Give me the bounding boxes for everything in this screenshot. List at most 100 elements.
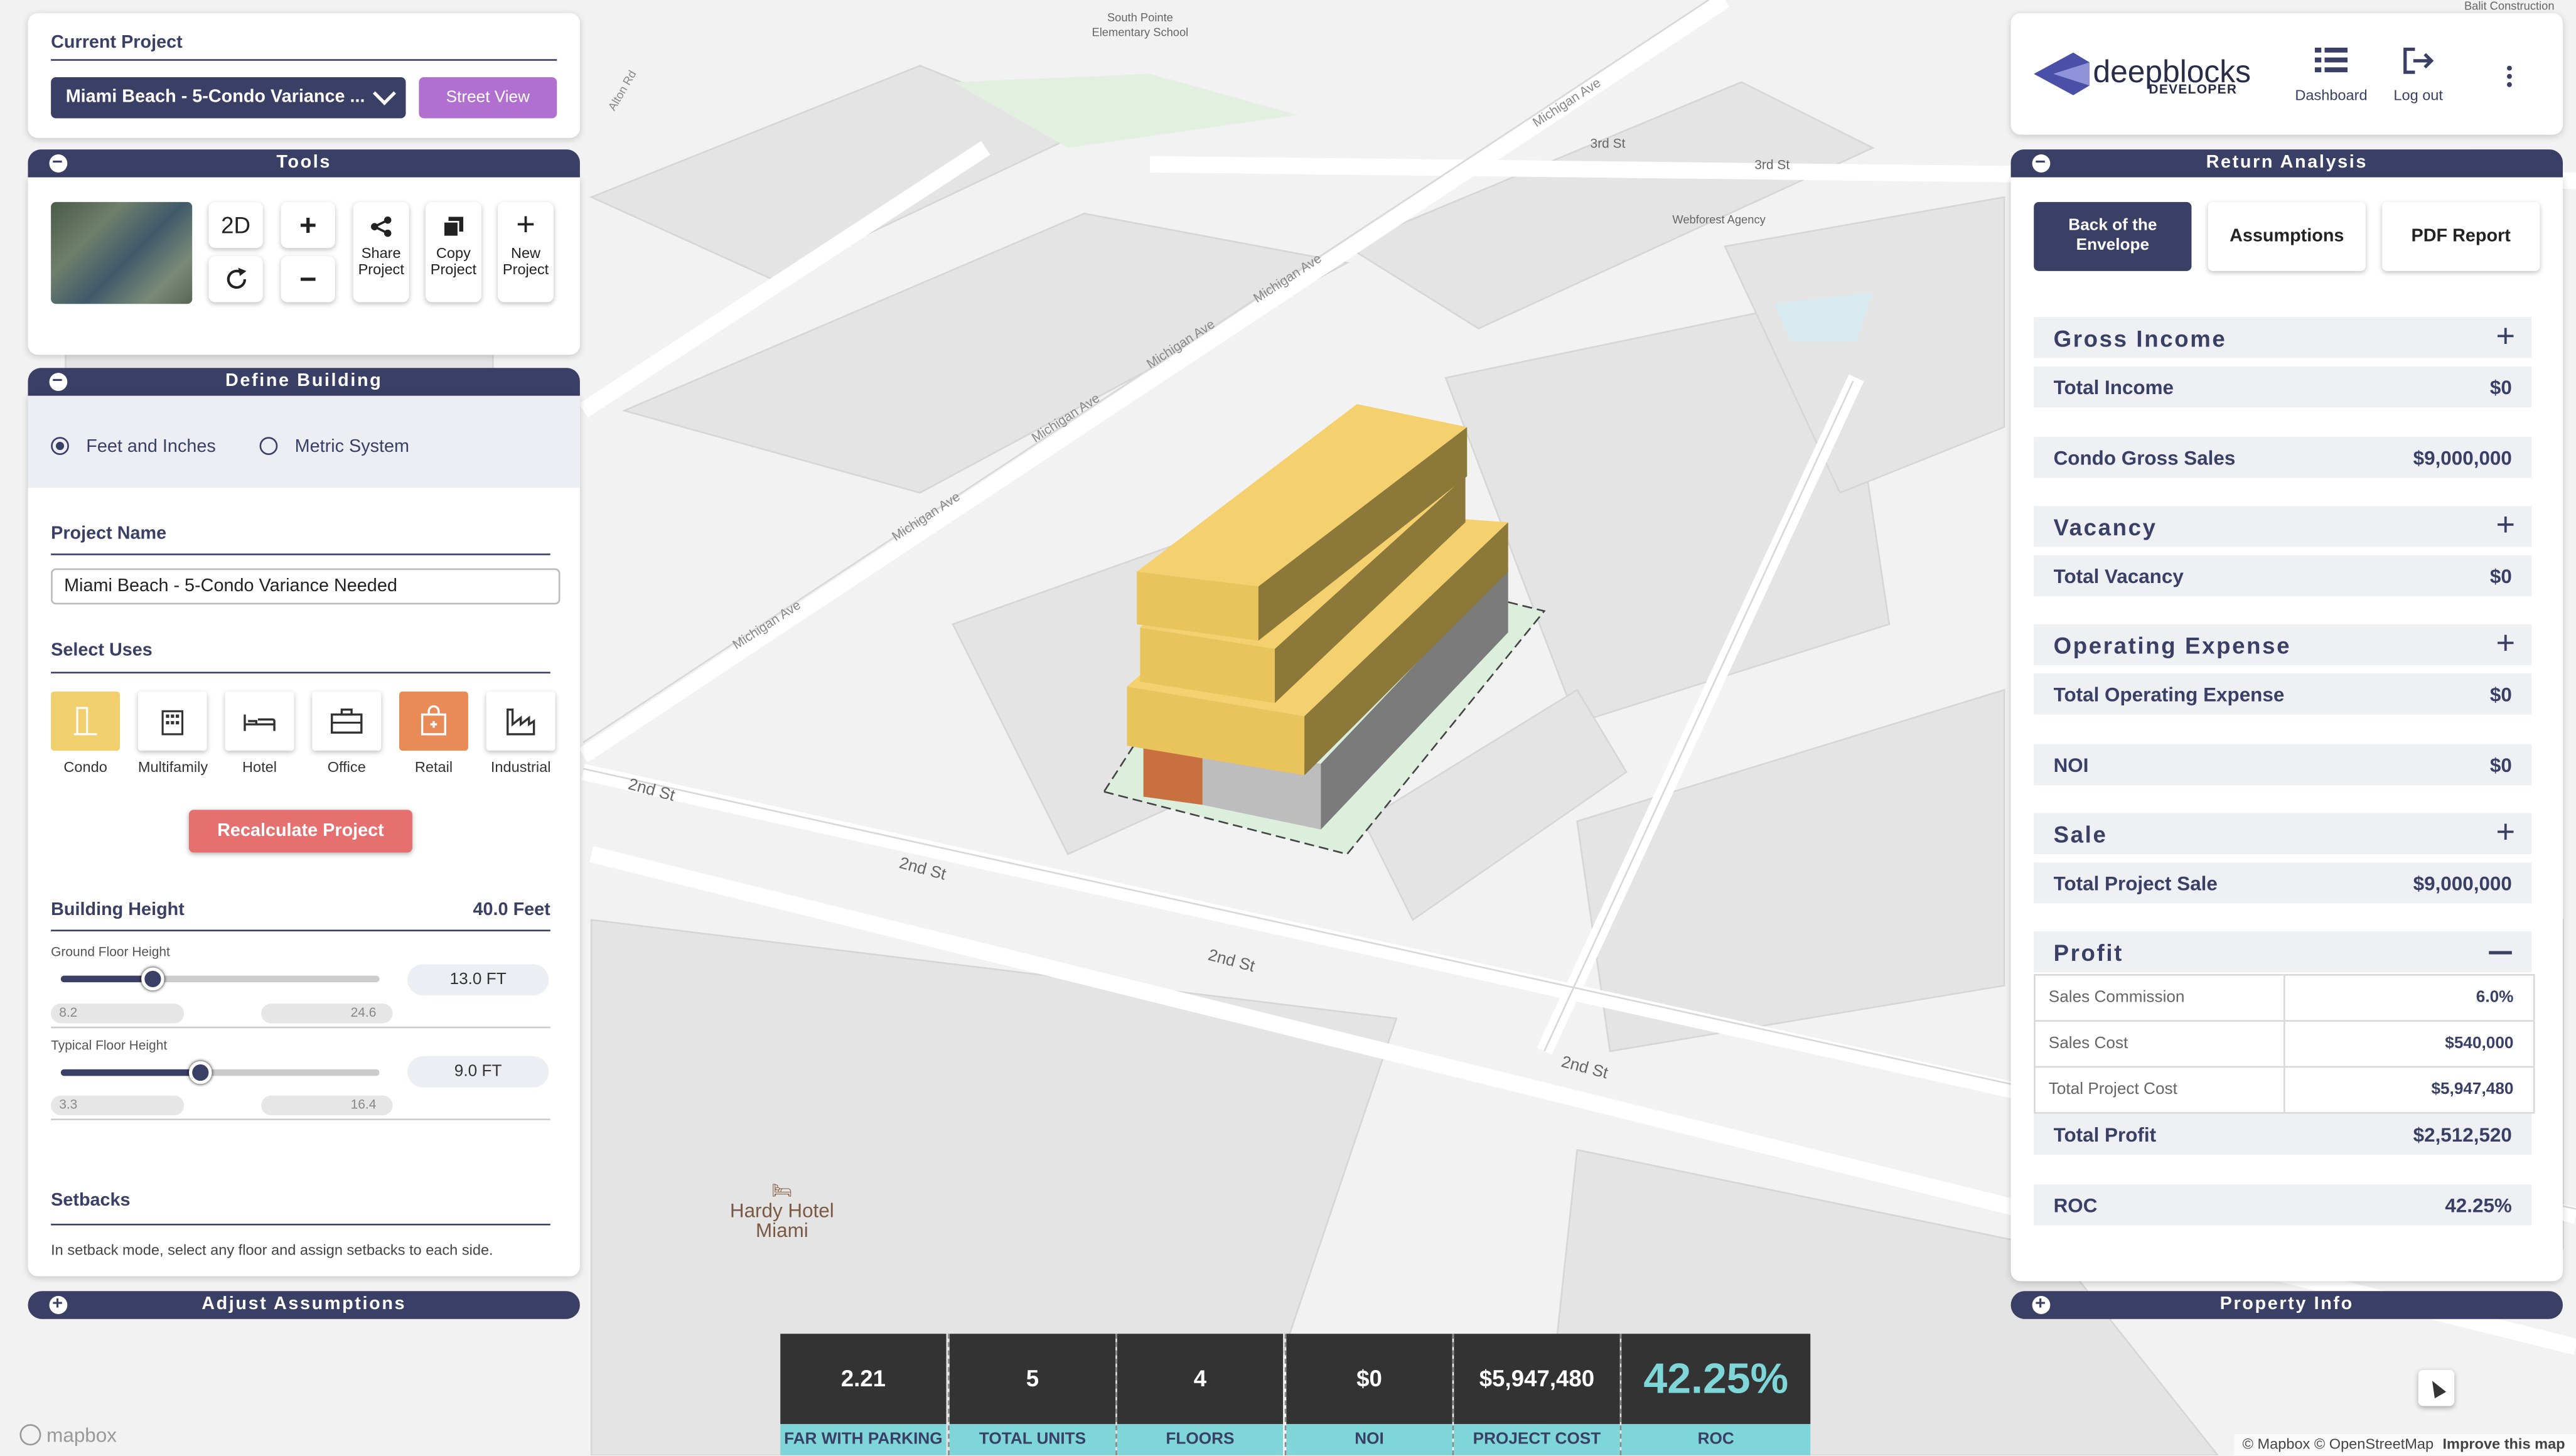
noi-row: NOI $0: [2034, 744, 2532, 786]
divider: [51, 1118, 550, 1120]
improve-map-link[interactable]: Improve this map: [2443, 1436, 2565, 1452]
stat-dividers: [948, 1334, 951, 1455]
slider-fill: [60, 975, 154, 983]
mapbox-icon: [19, 1425, 41, 1447]
collapse-minus-icon[interactable]: [2489, 951, 2512, 955]
sale-section[interactable]: Sale +: [2034, 813, 2532, 854]
use-office[interactable]: Office: [312, 691, 382, 775]
ground-floor-value[interactable]: 13.0 FT: [407, 964, 549, 996]
use-condo[interactable]: Condo: [51, 691, 121, 775]
total-sale-row: Total Project Sale $9,000,000: [2034, 862, 2532, 904]
recalculate-button[interactable]: Recalculate Project: [188, 810, 412, 853]
tools-header[interactable]: − Tools: [28, 149, 580, 178]
zoom-out-button[interactable]: −: [281, 256, 335, 302]
list-icon: [2314, 47, 2348, 73]
more-menu-icon[interactable]: [2504, 62, 2514, 90]
use-multifamily[interactable]: Multifamily: [137, 691, 208, 775]
vacancy-section[interactable]: Vacancy +: [2034, 506, 2532, 547]
tab-pdf-report[interactable]: PDF Report: [2382, 201, 2540, 271]
slider-thumb[interactable]: [189, 1061, 213, 1084]
stat-total-units: 5 TOTAL UNITS: [949, 1334, 1116, 1455]
logout-button[interactable]: Log out: [2385, 46, 2451, 104]
divider: [51, 672, 550, 674]
dashboard-button[interactable]: Dashboard: [2294, 46, 2369, 104]
copy-project-button[interactable]: Copy Project: [425, 201, 481, 302]
current-project-panel: Current Project Miami Beach - 5-Condo Va…: [28, 13, 580, 138]
current-project-title: Current Project: [51, 33, 183, 53]
map-label-webforest: Webforest Agency: [1672, 215, 1766, 227]
operating-expense-section[interactable]: Operating Expense +: [2034, 624, 2532, 666]
plus-icon: +: [516, 206, 535, 244]
brand-sub: DEVELOPER: [2149, 82, 2238, 97]
project-select[interactable]: Miami Beach - 5-Condo Variance ...: [51, 77, 406, 119]
rotate-button[interactable]: [208, 256, 263, 302]
rotate-icon: [226, 267, 246, 289]
define-building-header[interactable]: − Define Building: [28, 368, 580, 396]
bed-icon: 🛏: [771, 1182, 793, 1201]
stat-dividers: [1619, 1334, 1623, 1455]
gross-income-section[interactable]: Gross Income +: [2034, 317, 2532, 358]
satellite-thumbnail[interactable]: [51, 201, 193, 304]
logout-icon: [2403, 47, 2434, 74]
share-project-button[interactable]: Share Project: [353, 201, 409, 302]
new-project-button[interactable]: + New Project: [498, 201, 554, 302]
typical-floor-slider[interactable]: [60, 1061, 380, 1084]
zoom-in-button[interactable]: +: [281, 201, 335, 249]
expand-icon[interactable]: +: [49, 1295, 68, 1314]
use-hotel[interactable]: Hotel: [225, 691, 294, 775]
stat-dividers: [1452, 1334, 1456, 1455]
units-metric-radio[interactable]: Metric System: [259, 432, 409, 461]
expand-plus-icon[interactable]: +: [2496, 626, 2515, 663]
use-retail[interactable]: Retail: [399, 691, 468, 775]
property-info-bar[interactable]: + Property Info: [2010, 1291, 2563, 1319]
building-height-label: Building Height: [51, 900, 185, 920]
building-height-value: 40.0 Feet: [473, 900, 550, 920]
map-attribution: © Mapbox © OpenStreetMap Improve this ma…: [2234, 1433, 2576, 1455]
typical-floor-label: Typical Floor Height: [51, 1038, 168, 1053]
divider: [51, 1026, 550, 1029]
mapbox-logo[interactable]: mapbox: [19, 1423, 117, 1447]
ground-min: 8.2: [51, 1004, 185, 1024]
toggle-2d-button[interactable]: 2D: [208, 201, 263, 249]
tab-assumptions[interactable]: Assumptions: [2208, 201, 2366, 271]
profit-section[interactable]: Profit: [2034, 931, 2532, 973]
setbacks-label: Setbacks: [51, 1191, 131, 1211]
brand-panel: deepblocks DEVELOPER Dashboard Log out: [2010, 13, 2563, 135]
collapse-icon[interactable]: −: [2032, 154, 2051, 173]
ground-floor-slider[interactable]: [60, 967, 380, 991]
divider: [51, 1223, 550, 1226]
expand-icon[interactable]: +: [2032, 1295, 2051, 1314]
slider-fill: [60, 1069, 201, 1076]
profit-row: Sales Commission 6.0%: [2035, 975, 2533, 1022]
adjust-assumptions-bar[interactable]: + Adjust Assumptions: [28, 1291, 580, 1319]
expand-plus-icon[interactable]: +: [2496, 319, 2515, 356]
typical-floor-value[interactable]: 9.0 FT: [407, 1056, 549, 1088]
tab-back-of-envelope[interactable]: Back of the Envelope: [2034, 201, 2192, 271]
total-opex-row: Total Operating Expense $0: [2034, 673, 2532, 715]
expand-plus-icon[interactable]: +: [2496, 508, 2515, 545]
ground-max: 24.6: [261, 1004, 393, 1024]
return-analysis-header[interactable]: − Return Analysis: [2010, 149, 2563, 178]
project-name-input[interactable]: [51, 568, 561, 605]
slider-thumb[interactable]: [141, 967, 165, 991]
use-industrial[interactable]: Industrial: [486, 691, 555, 775]
collapse-icon[interactable]: −: [49, 372, 68, 391]
collapse-icon[interactable]: −: [49, 154, 68, 173]
condo-gross-row: Condo Gross Sales $9,000,000: [2034, 437, 2532, 478]
expand-plus-icon[interactable]: +: [2496, 815, 2515, 852]
compass-button[interactable]: [2418, 1369, 2455, 1406]
briefcase-icon: [330, 708, 363, 734]
street-view-button[interactable]: Street View: [419, 77, 557, 119]
divider: [51, 554, 550, 555]
setbacks-help: In setback mode, select any floor and as…: [51, 1241, 493, 1258]
total-profit-row: Total Profit $2,512,520: [2034, 1113, 2532, 1155]
stat-project-cost: $5,947,480 PROJECT COST: [1454, 1334, 1620, 1455]
profit-row: Total Project Cost $5,947,480: [2036, 1068, 2533, 1112]
total-income-row: Total Income $0: [2034, 366, 2532, 408]
share-icon: [370, 216, 392, 237]
bed-icon: [244, 714, 276, 731]
deepblocks-logo-icon: [2034, 52, 2090, 95]
stat-floors: 4 FLOORS: [1117, 1334, 1284, 1455]
project-name-label: Project Name: [51, 523, 167, 544]
units-imperial-radio[interactable]: Feet and Inches: [51, 432, 216, 461]
